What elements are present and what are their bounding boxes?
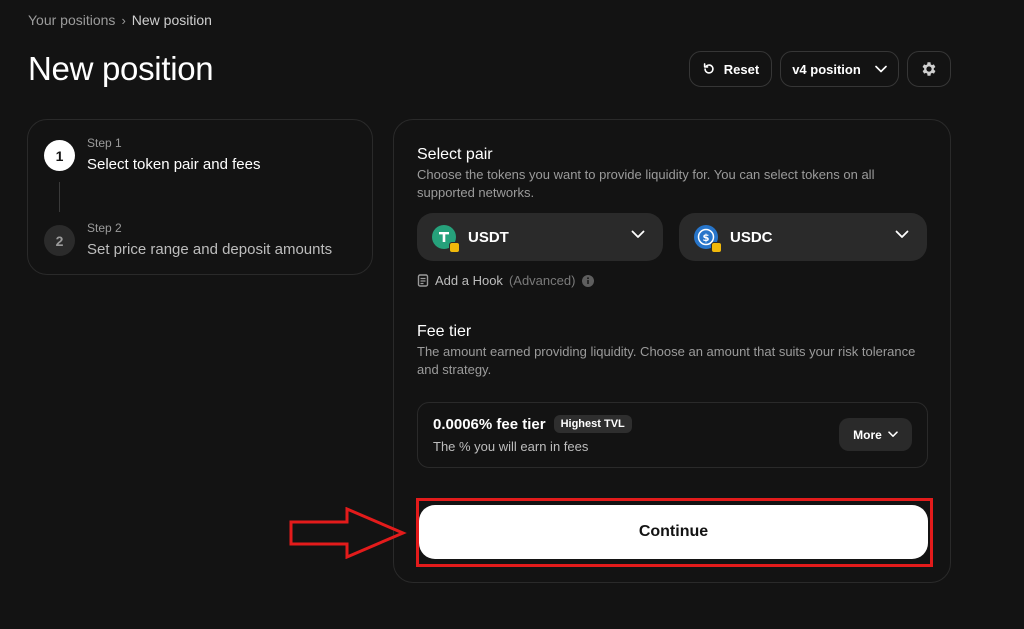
breadcrumb-your-positions-link[interactable]: Your positions (28, 12, 115, 28)
select-pair-description: Choose the tokens you want to provide li… (417, 167, 875, 200)
usdc-icon: $ (694, 225, 722, 253)
add-hook-label: Add a Hook (435, 273, 503, 288)
fee-tier-description: The amount earned providing liquidity. C… (417, 344, 916, 377)
svg-text:$: $ (703, 233, 710, 244)
chevron-down-icon (888, 431, 898, 437)
continue-button[interactable]: Continue (419, 505, 928, 559)
chevron-down-icon (875, 65, 887, 73)
fee-tier-subtitle: The % you will earn in fees (433, 439, 589, 454)
token-b-select[interactable]: $ USDC (679, 213, 927, 261)
step-2-number: 2 (44, 225, 75, 256)
fee-tier-selector[interactable]: 0.0006% fee tier Highest TVL The % you w… (417, 402, 928, 468)
step-1-label: Step 1 (87, 136, 122, 150)
steps-card: 1 Step 1 Select token pair and fees 2 St… (27, 119, 373, 275)
more-label: More (853, 427, 882, 442)
reset-label: Reset (723, 61, 760, 77)
gear-icon (922, 62, 936, 76)
token-a-select[interactable]: USDT (417, 213, 663, 261)
annotation-arrow-icon (289, 507, 407, 559)
position-version-label: v4 position (792, 61, 861, 77)
step-1-title: Select token pair and fees (87, 156, 261, 173)
step-2-label: Step 2 (87, 221, 122, 235)
top-actions: Reset v4 position (689, 51, 951, 87)
page-title: New position (28, 50, 214, 87)
select-pair-title: Select pair (417, 146, 493, 163)
selected-fee-tier: 0.0006% fee tier (433, 415, 546, 433)
breadcrumb-current: New position (131, 12, 212, 28)
chevron-down-icon (895, 230, 909, 238)
add-hook-note: (Advanced) (508, 273, 576, 288)
token-a-symbol: USDT (468, 228, 509, 246)
info-icon[interactable] (581, 274, 595, 288)
fee-tier-title: Fee tier (417, 323, 472, 340)
step-1-number: 1 (44, 140, 75, 171)
network-badge-icon (711, 242, 722, 253)
network-badge-icon (449, 242, 460, 253)
step-connector (59, 182, 60, 212)
token-b-symbol: USDC (730, 228, 773, 246)
add-hook-link[interactable]: Add a Hook (Advanced) (417, 273, 595, 288)
step-2-title: Set price range and deposit amounts (87, 241, 333, 258)
document-icon (417, 274, 429, 287)
breadcrumb: Your positions › New position (28, 12, 212, 28)
reset-button[interactable]: Reset (689, 51, 772, 87)
breadcrumb-separator: › (121, 12, 126, 28)
chevron-down-icon (631, 230, 645, 238)
position-version-dropdown[interactable]: v4 position (780, 51, 899, 87)
step-1[interactable]: 1 Step 1 Select token pair and fees (44, 136, 260, 176)
more-fee-tiers-button[interactable]: More (839, 418, 912, 451)
highest-tvl-badge: Highest TVL (553, 415, 632, 433)
usdt-icon (432, 225, 460, 253)
reset-icon (703, 63, 714, 74)
settings-button[interactable] (907, 51, 951, 87)
step-2: 2 Step 2 Set price range and deposit amo… (44, 221, 332, 261)
